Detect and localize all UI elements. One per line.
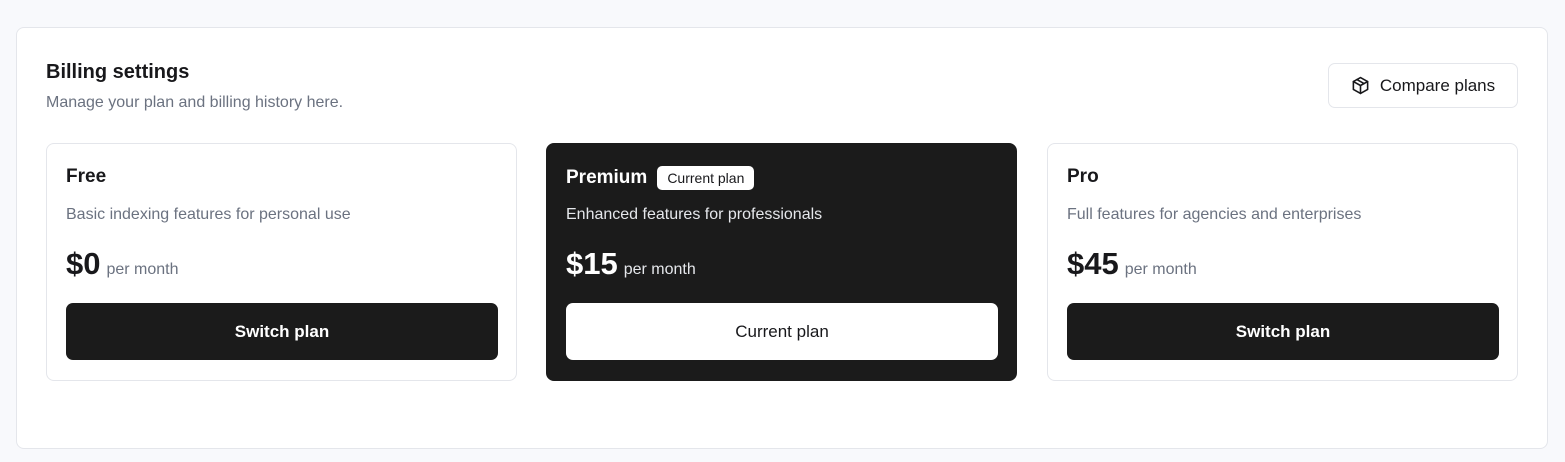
current-plan-button[interactable]: Current plan [566, 303, 998, 360]
page-subtitle: Manage your plan and billing history her… [46, 94, 344, 111]
price-amount: $15 [566, 246, 618, 281]
plan-name: Free [66, 166, 107, 187]
plan-description: Basic indexing features for personal use [66, 206, 351, 223]
compare-plans-label: Compare plans [1379, 75, 1496, 95]
plan-price: $45 per month [1067, 246, 1197, 282]
plan-card-pro: Pro Full features for agencies and enter… [1047, 143, 1518, 381]
plan-price: $0 per month [66, 246, 179, 282]
plan-card-header: Pro [1067, 166, 1099, 188]
plan-price: $15 per month [566, 246, 696, 282]
price-period: per month [106, 261, 179, 278]
page-title: Billing settings [46, 61, 190, 83]
price-amount: $45 [1067, 246, 1119, 281]
compare-plans-button[interactable]: Compare plans [1328, 63, 1518, 108]
billing-settings-panel: Billing settings Manage your plan and bi… [16, 27, 1548, 449]
plan-name: Premium [566, 167, 648, 188]
price-amount: $0 [66, 246, 101, 281]
price-period: per month [623, 261, 696, 278]
box-icon [1351, 76, 1370, 95]
current-plan-badge: Current plan [657, 166, 755, 190]
plan-card-header: Premium Current plan [566, 166, 755, 190]
plan-description: Enhanced features for professionals [566, 206, 823, 223]
switch-plan-button-pro[interactable]: Switch plan [1067, 303, 1499, 360]
plan-description: Full features for agencies and enterpris… [1067, 206, 1362, 223]
plan-card-header: Free [66, 166, 106, 188]
plan-card-free: Free Basic indexing features for persona… [46, 143, 517, 381]
plan-card-premium: Premium Current plan Enhanced features f… [546, 143, 1017, 381]
switch-plan-button-free[interactable]: Switch plan [66, 303, 498, 360]
plan-name: Pro [1067, 166, 1099, 187]
price-period: per month [1124, 261, 1197, 278]
